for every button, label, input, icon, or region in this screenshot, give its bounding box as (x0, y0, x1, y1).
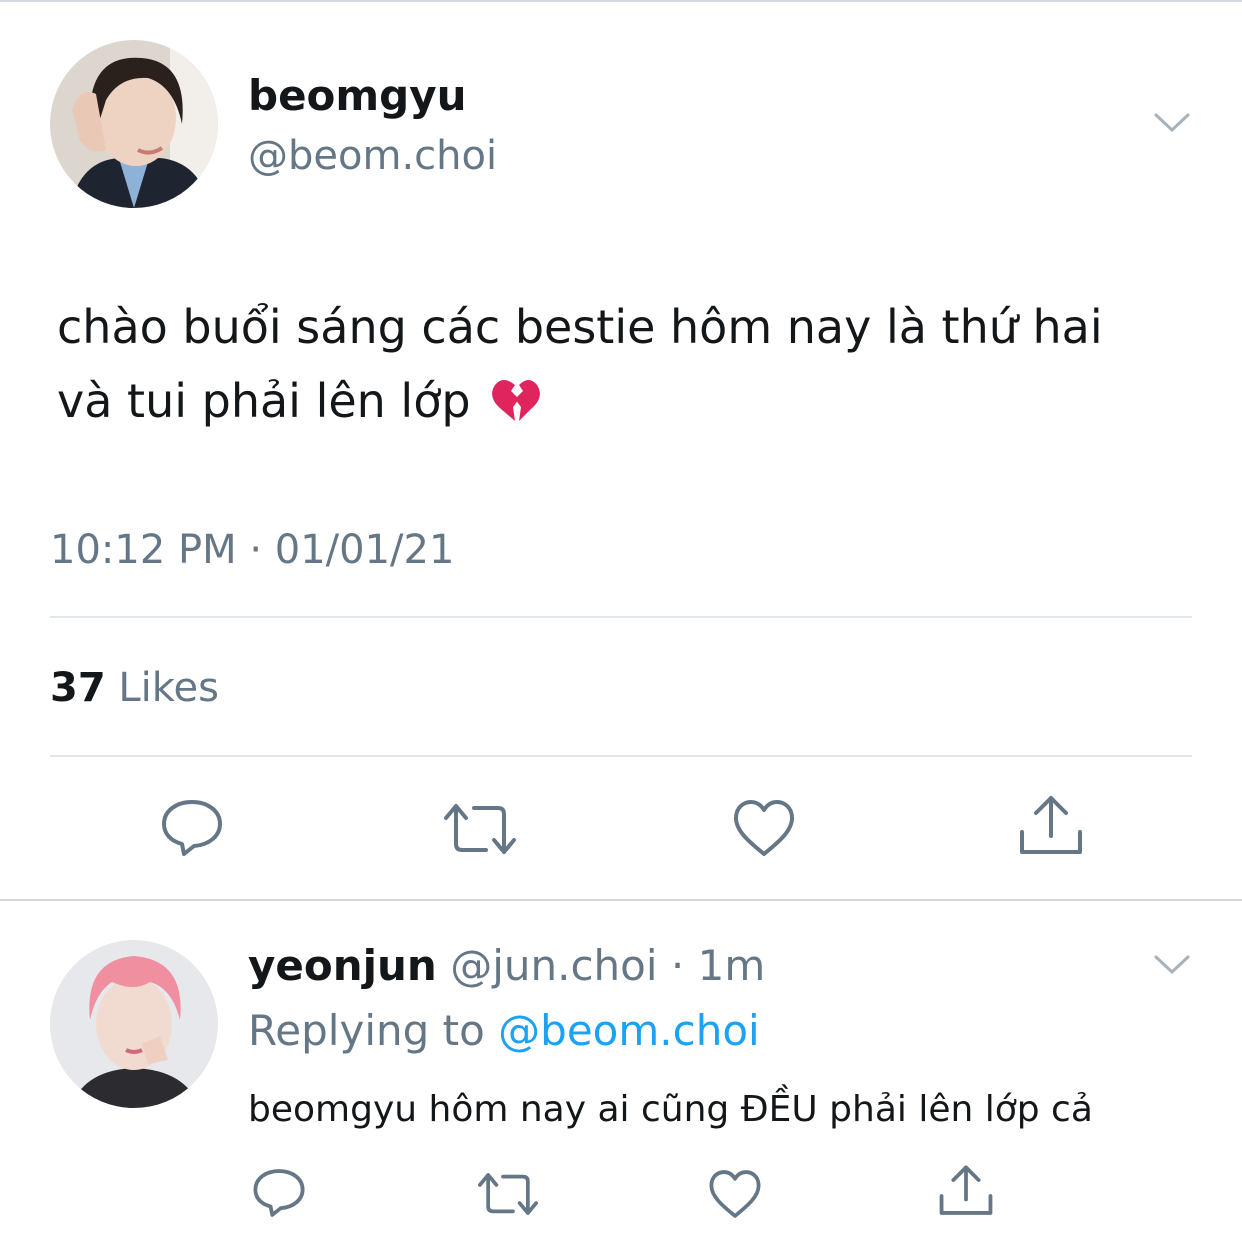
reply-time: · 1m (670, 941, 766, 990)
like-icon[interactable] (732, 798, 796, 858)
reply-icon[interactable] (252, 1166, 306, 1220)
reply-author-handle[interactable]: @jun.choi (450, 941, 657, 990)
tweet-author-name[interactable]: beomgyu (248, 68, 467, 124)
replying-prefix: Replying to (248, 1006, 485, 1055)
tweet-text: chào buổi sáng các bestie hôm nay là thứ… (57, 290, 1207, 444)
divider (50, 755, 1192, 757)
likes-count-row[interactable]: 37 Likes (50, 660, 219, 716)
share-icon[interactable] (1018, 794, 1084, 858)
divider (50, 616, 1192, 618)
tweet-timestamp[interactable]: 10:12 PM · 01/01/21 (50, 522, 454, 578)
likes-count: 37 (50, 665, 106, 711)
yeonjun-avatar[interactable] (50, 940, 218, 1108)
tweet-author-handle[interactable]: @beom.choi (248, 128, 497, 184)
share-icon[interactable] (938, 1164, 994, 1218)
retweet-icon[interactable] (476, 1170, 540, 1218)
replying-to: Replying to @beom.choi (248, 1003, 760, 1059)
reply-header: yeonjun @jun.choi · 1m (248, 938, 765, 994)
tweet-text-line-1: chào buổi sáng các bestie hôm nay là thứ… (57, 300, 1103, 354)
beomgyu-avatar[interactable] (50, 40, 218, 208)
reply-icon[interactable] (160, 796, 224, 860)
top-border (0, 0, 1242, 2)
likes-label: Likes (118, 665, 219, 711)
replying-handle-link[interactable]: @beom.choi (498, 1006, 760, 1055)
chevron-down-icon[interactable] (1152, 110, 1192, 136)
section-divider (0, 899, 1242, 901)
reply-author-name[interactable]: yeonjun (248, 941, 437, 990)
broken-heart-emoji (491, 370, 541, 444)
reply-text: beomgyu hôm nay ai cũng ĐỀU phải lên lớp… (248, 1089, 1093, 1130)
tweet-text-line-2: và tui phải lên lớp (57, 364, 1207, 444)
like-icon[interactable] (708, 1168, 762, 1220)
chevron-down-icon[interactable] (1152, 952, 1192, 978)
retweet-icon[interactable] (442, 800, 518, 858)
